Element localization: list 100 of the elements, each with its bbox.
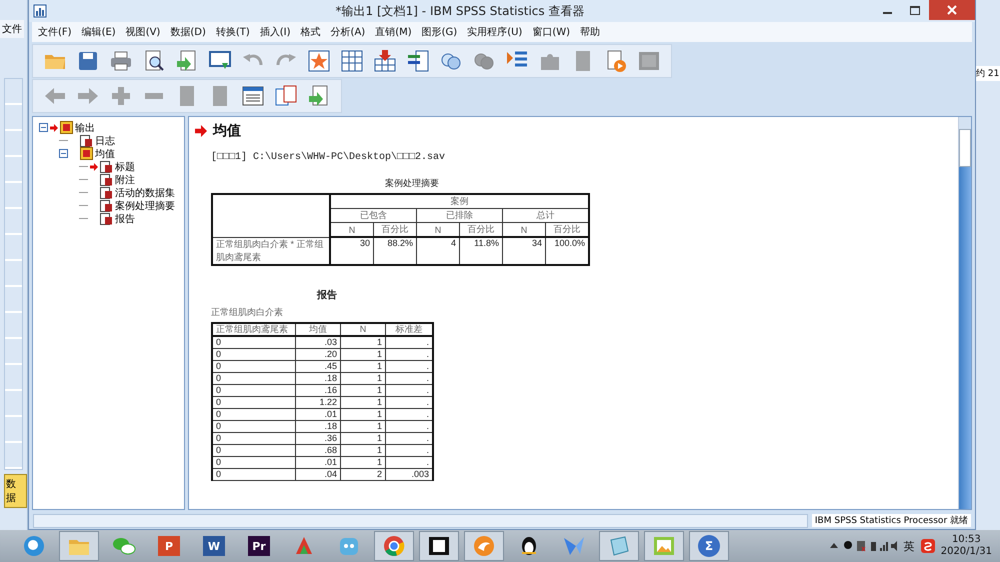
column-header: 百分比 <box>374 222 416 237</box>
table-cell: .003 <box>386 468 433 480</box>
table-cell: 1 <box>340 420 386 432</box>
tree-item[interactable]: 输出 <box>75 120 95 134</box>
collapse-icon[interactable] <box>59 149 68 158</box>
menu-item[interactable]: 数据(D) <box>170 25 206 39</box>
table-cell: 1 <box>340 348 386 360</box>
table-cell: 0 <box>212 456 296 468</box>
tree-item[interactable]: 活动的数据集 <box>115 186 175 200</box>
table-title: 案例处理摘要 <box>385 177 440 190</box>
input-method-indicator[interactable]: 英 <box>904 538 915 554</box>
vertical-scrollbar[interactable] <box>958 117 971 509</box>
menu-item[interactable]: 实用程序(U) <box>467 25 522 39</box>
cut-label: 约 21 <box>976 66 1000 81</box>
app-icon <box>33 4 47 18</box>
column-header: 标准差 <box>386 322 433 336</box>
table-cell: .18 <box>296 420 340 432</box>
close-icon <box>947 5 957 15</box>
table-cell: 0 <box>212 432 296 444</box>
close-button[interactable] <box>929 0 975 20</box>
input-method-icon[interactable] <box>920 539 935 553</box>
table-cell: 1 <box>340 372 386 384</box>
table-cell: 0 <box>212 420 296 432</box>
menu-item[interactable]: 转换(T) <box>216 25 250 39</box>
column-header: N <box>330 222 374 237</box>
table-cell: .16 <box>296 384 340 396</box>
table-cell: 1 <box>340 360 386 372</box>
table-cell: 1.22 <box>296 396 340 408</box>
menu-item[interactable]: 视图(V) <box>126 25 160 39</box>
column-header: 案例 <box>330 194 589 208</box>
book-icon <box>60 121 73 134</box>
tree-item[interactable]: 案例处理摘要 <box>115 198 175 212</box>
column-header: 均值 <box>296 322 340 336</box>
table-cell: 1 <box>340 408 386 420</box>
table-cell: .03 <box>296 336 340 348</box>
tree-item[interactable]: 报告 <box>115 212 135 226</box>
status-text: IBM SPSS Statistics Processor 就绪 <box>812 514 971 527</box>
document-icon <box>100 212 113 225</box>
menu-item[interactable]: 编辑(E) <box>82 25 116 39</box>
table-cell: 1 <box>340 444 386 456</box>
file-path: [□□□1] C:\Users\WHW-PC\Desktop\□□□2.sav <box>211 152 446 163</box>
menu-item[interactable]: 窗口(W) <box>532 25 570 39</box>
column-header: 已包含 <box>330 208 416 222</box>
table-cell: .20 <box>296 348 340 360</box>
table-cell: 0 <box>212 444 296 456</box>
table-cell: 0 <box>212 396 296 408</box>
variable-label: 正常组肌肉白介素 <box>211 306 284 318</box>
document-icon <box>100 173 113 186</box>
document-icon <box>100 186 113 199</box>
table-title: 报告 <box>317 288 338 302</box>
table-cell: .18 <box>296 372 340 384</box>
tray-icons-drawing[interactable] <box>828 539 898 553</box>
table-cell: 0 <box>212 384 296 396</box>
column-header: 百分比 <box>546 222 589 237</box>
menu-item[interactable]: 文件(F) <box>38 25 72 39</box>
tree-item[interactable]: 均值 <box>95 146 115 160</box>
sheet-tab[interactable]: 数据 <box>4 474 27 508</box>
taskbar-button[interactable]: Pr <box>239 531 279 561</box>
menu-item[interactable]: 帮助 <box>580 25 600 39</box>
column-header: N <box>416 222 460 237</box>
table-cell: 1 <box>340 384 386 396</box>
table-cell: .01 <box>296 456 340 468</box>
menu-item[interactable]: 分析(A) <box>330 25 366 39</box>
arrow-icon <box>195 125 207 137</box>
table-cell: 0 <box>212 408 296 420</box>
taskbar-button[interactable]: W <box>194 531 234 561</box>
clock-time[interactable]: 10:53 <box>952 534 981 546</box>
table-cell: .01 <box>296 408 340 420</box>
column-header: 正常组肌肉鸢尾素 <box>212 322 296 336</box>
tree-item[interactable]: 日志 <box>95 134 115 148</box>
menu-item[interactable]: 图形(G) <box>422 25 458 39</box>
collapse-icon[interactable] <box>39 123 48 132</box>
taskbar-button[interactable] <box>419 531 459 561</box>
document-icon <box>100 160 113 173</box>
window-title: *输出1 [文档1] - IBM SPSS Statistics 查看器 <box>334 2 586 20</box>
table-cell: .36 <box>296 432 340 444</box>
table-cell: .68 <box>296 444 340 456</box>
table-cell: 0 <box>212 372 296 384</box>
table-cell: 0 <box>212 336 296 348</box>
menu-item[interactable]: 插入(I) <box>260 25 291 39</box>
table-cell: 0 <box>212 468 296 480</box>
table-cell: 0 <box>212 360 296 372</box>
table-cell: 0 <box>212 348 296 360</box>
column-header: 已排除 <box>416 208 502 222</box>
tree-item[interactable]: 标题 <box>115 160 135 174</box>
column-header: 百分比 <box>460 222 502 237</box>
tree-item[interactable]: 附注 <box>115 172 135 186</box>
table-cell: 1 <box>340 456 386 468</box>
table-cell: 1 <box>340 336 386 348</box>
taskbar-button[interactable]: Σ <box>689 531 729 561</box>
column-header: 总计 <box>502 208 589 222</box>
document-icon <box>100 199 113 212</box>
table-cell: 1 <box>340 396 386 408</box>
clock-date[interactable]: 2020/1/31 <box>940 546 992 558</box>
table-cell: .45 <box>296 360 340 372</box>
picture-icon <box>652 534 676 558</box>
menu-item[interactable]: 格式 <box>300 25 321 39</box>
menu-item[interactable]: 直销(M) <box>375 25 412 39</box>
book-icon <box>80 147 93 160</box>
taskbar-button[interactable]: P <box>149 531 189 561</box>
